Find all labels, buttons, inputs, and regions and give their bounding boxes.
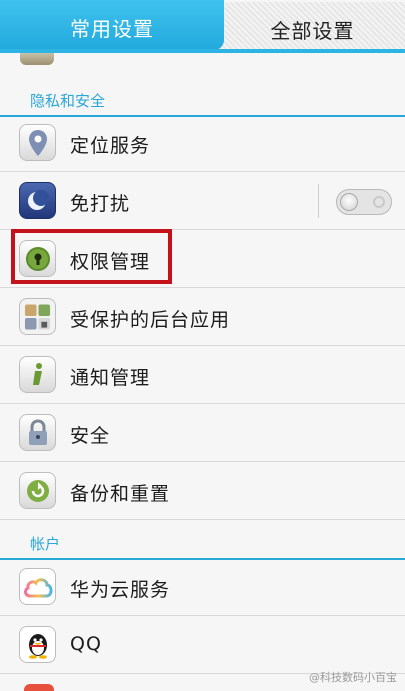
cloud-icon bbox=[19, 568, 56, 605]
moon-icon bbox=[19, 182, 56, 219]
settings-item-label: 安全 bbox=[70, 425, 111, 447]
tab-all-settings-label: 全部设置 bbox=[270, 19, 355, 43]
padlock-icon bbox=[19, 414, 56, 451]
settings-item-huawei-cloud[interactable]: 华为云服务 bbox=[0, 558, 405, 616]
toggle-off-indicator bbox=[373, 196, 385, 208]
settings-item-notification-management[interactable]: 通知管理 bbox=[0, 346, 405, 404]
settings-item-label: 免打扰 bbox=[70, 193, 131, 215]
watermark-text: @科技数码小百宝 bbox=[309, 671, 397, 684]
backup-restore-icon bbox=[19, 472, 56, 509]
settings-item-protected-apps[interactable]: 受保护的后台应用 bbox=[0, 288, 405, 346]
info-icon bbox=[19, 356, 56, 393]
settings-item-backup-reset[interactable]: 备份和重置 bbox=[0, 462, 405, 520]
settings-tab-bar: 全部设置 常用设置 bbox=[0, 0, 405, 53]
protected-apps-icon bbox=[19, 298, 56, 335]
settings-item-label: 备份和重置 bbox=[70, 483, 171, 505]
settings-item-label: 受保护的后台应用 bbox=[70, 309, 231, 331]
section-title-privacy: 隐私和安全 bbox=[30, 92, 106, 110]
settings-item-location[interactable]: 定位服务 bbox=[0, 114, 405, 172]
settings-item-label: 华为云服务 bbox=[70, 579, 171, 601]
settings-item-do-not-disturb[interactable]: 免打扰 bbox=[0, 172, 405, 230]
do-not-disturb-toggle[interactable] bbox=[336, 189, 392, 215]
settings-item-label: 通知管理 bbox=[70, 367, 151, 389]
section-title-account: 帐户 bbox=[30, 535, 61, 553]
tab-common-settings[interactable]: 常用设置 bbox=[0, 0, 224, 50]
settings-item-label: QQ bbox=[70, 633, 102, 655]
highlight-box bbox=[11, 229, 172, 284]
settings-item-label: 定位服务 bbox=[70, 135, 151, 157]
toggle-divider bbox=[318, 184, 319, 218]
tab-underline bbox=[0, 49, 405, 53]
tab-all-settings[interactable]: 全部设置 bbox=[220, 2, 405, 50]
section-header-privacy: 隐私和安全 bbox=[0, 77, 405, 117]
settings-item-security[interactable]: 安全 bbox=[0, 404, 405, 462]
settings-item-qq[interactable]: QQ bbox=[0, 616, 405, 674]
toggle-knob bbox=[340, 193, 358, 211]
scrolled-item-icon bbox=[20, 53, 54, 65]
tab-common-settings-label: 常用设置 bbox=[70, 17, 154, 41]
location-pin-icon bbox=[19, 124, 56, 161]
next-item-icon-partial bbox=[24, 684, 54, 691]
qq-penguin-icon bbox=[19, 626, 56, 663]
section-header-account: 帐户 bbox=[0, 520, 405, 560]
